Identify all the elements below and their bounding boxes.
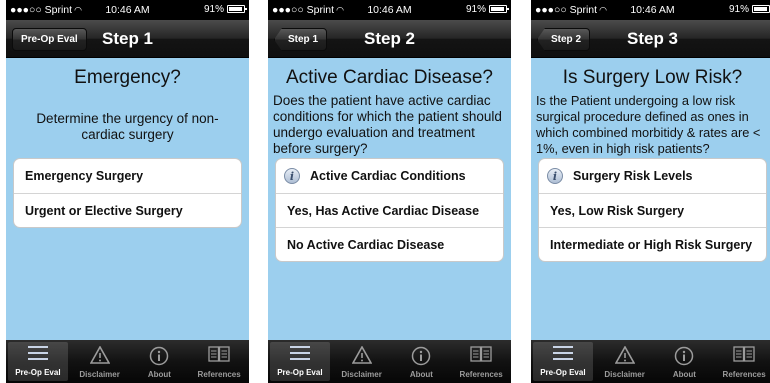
tab-bar: Pre-Op Eval Disclaimer About References bbox=[268, 340, 511, 383]
list-icon bbox=[27, 346, 48, 362]
options-card: i Active Cardiac Conditions Yes, Has Acti… bbox=[275, 158, 504, 262]
book-icon bbox=[208, 346, 230, 364]
nav-bar: Step 1 Step 2 bbox=[268, 20, 511, 58]
tab-about[interactable]: About bbox=[655, 340, 715, 383]
status-bar: ●●●○○ Sprint ◠ 10:46 AM 91% bbox=[6, 0, 249, 20]
info-circle-icon bbox=[674, 346, 694, 368]
book-icon bbox=[470, 346, 492, 364]
option-low-risk-surgery[interactable]: Yes, Low Risk Surgery bbox=[539, 193, 766, 227]
option-intermediate-high-risk-surgery[interactable]: Intermediate or High Risk Surgery bbox=[539, 227, 766, 261]
info-active-cardiac-conditions[interactable]: i Active Cardiac Conditions bbox=[276, 159, 503, 193]
info-icon: i bbox=[547, 168, 563, 184]
options-card: Emergency Surgery Urgent or Elective Sur… bbox=[13, 158, 242, 228]
tab-about[interactable]: About bbox=[130, 340, 190, 383]
tab-disclaimer[interactable]: Disclaimer bbox=[70, 340, 130, 383]
book-icon bbox=[733, 346, 755, 364]
warning-icon bbox=[614, 345, 635, 366]
info-surgery-risk-levels[interactable]: i Surgery Risk Levels bbox=[539, 159, 766, 193]
info-icon: i bbox=[284, 168, 300, 184]
battery-percent: 91% bbox=[465, 4, 486, 15]
status-bar: ●●●○○ Sprint ◠ 10:46 AM 91% bbox=[531, 0, 770, 20]
nav-bar: Step 2 Step 3 bbox=[531, 20, 770, 58]
option-emergency-surgery[interactable]: Emergency Surgery bbox=[14, 159, 241, 193]
nav-title: Step 3 bbox=[626, 29, 679, 48]
info-circle-icon bbox=[149, 346, 169, 368]
tab-pre-op-eval[interactable]: Pre-Op Eval bbox=[533, 342, 593, 381]
phone-screen-step-3: ●●●○○ Sprint ◠ 10:46 AM 91% Step 2 Step 3… bbox=[531, 0, 770, 383]
content: Is Surgery Low Risk? Is the Patient unde… bbox=[531, 59, 770, 340]
list-icon bbox=[552, 346, 573, 362]
tab-bar: Pre-Op Eval Disclaimer About References bbox=[531, 340, 770, 383]
battery-percent: 91% bbox=[728, 4, 749, 15]
tab-references[interactable]: References bbox=[714, 340, 770, 383]
question-heading: Is Surgery Low Risk? bbox=[562, 67, 743, 88]
tab-pre-op-eval[interactable]: Pre-Op Eval bbox=[270, 342, 330, 381]
info-circle-icon bbox=[411, 346, 431, 368]
phone-screen-step-1: ●●●○○ Sprint ◠ 10:46 AM 91% Pre-Op Eval S… bbox=[6, 0, 249, 383]
option-no-active-cardiac-disease[interactable]: No Active Cardiac Disease bbox=[276, 227, 503, 261]
battery-icon bbox=[489, 5, 509, 14]
question-heading: Active Cardiac Disease? bbox=[286, 67, 493, 88]
nav-title: Step 1 bbox=[101, 29, 154, 48]
tab-bar: Pre-Op Eval Disclaimer About References bbox=[6, 340, 249, 383]
phone-screen-step-2: ●●●○○ Sprint ◠ 10:46 AM 91% Step 1 Step 2… bbox=[268, 0, 511, 383]
question-description: Is the Patient undergoing a low risk sur… bbox=[536, 93, 761, 156]
options-card: i Surgery Risk Levels Yes, Low Risk Surge… bbox=[538, 158, 767, 262]
nav-title: Step 2 bbox=[363, 29, 416, 48]
tab-references[interactable]: References bbox=[189, 340, 249, 383]
content: Active Cardiac Disease? Does the patient… bbox=[268, 59, 511, 340]
battery-icon bbox=[227, 5, 247, 14]
option-yes-active-cardiac-disease[interactable]: Yes, Has Active Cardiac Disease bbox=[276, 193, 503, 227]
tab-pre-op-eval[interactable]: Pre-Op Eval bbox=[8, 342, 68, 381]
tab-references[interactable]: References bbox=[451, 340, 511, 383]
battery-percent: 91% bbox=[203, 4, 224, 15]
warning-icon bbox=[89, 345, 110, 366]
tab-disclaimer[interactable]: Disclaimer bbox=[332, 340, 392, 383]
warning-icon bbox=[351, 345, 372, 366]
status-bar: ●●●○○ Sprint ◠ 10:46 AM 91% bbox=[268, 0, 511, 20]
question-description: Does the patient have active cardiac con… bbox=[273, 93, 502, 156]
option-urgent-elective-surgery[interactable]: Urgent or Elective Surgery bbox=[14, 193, 241, 227]
tab-disclaimer[interactable]: Disclaimer bbox=[595, 340, 655, 383]
nav-bar: Pre-Op Eval Step 1 bbox=[6, 20, 249, 58]
list-icon bbox=[289, 346, 310, 362]
question-description: Determine the urgency of non-cardiac sur… bbox=[36, 111, 219, 142]
tab-about[interactable]: About bbox=[392, 340, 452, 383]
battery-icon bbox=[752, 5, 770, 14]
content: Emergency? Determine the urgency of non-… bbox=[6, 59, 249, 340]
question-heading: Emergency? bbox=[74, 67, 181, 88]
